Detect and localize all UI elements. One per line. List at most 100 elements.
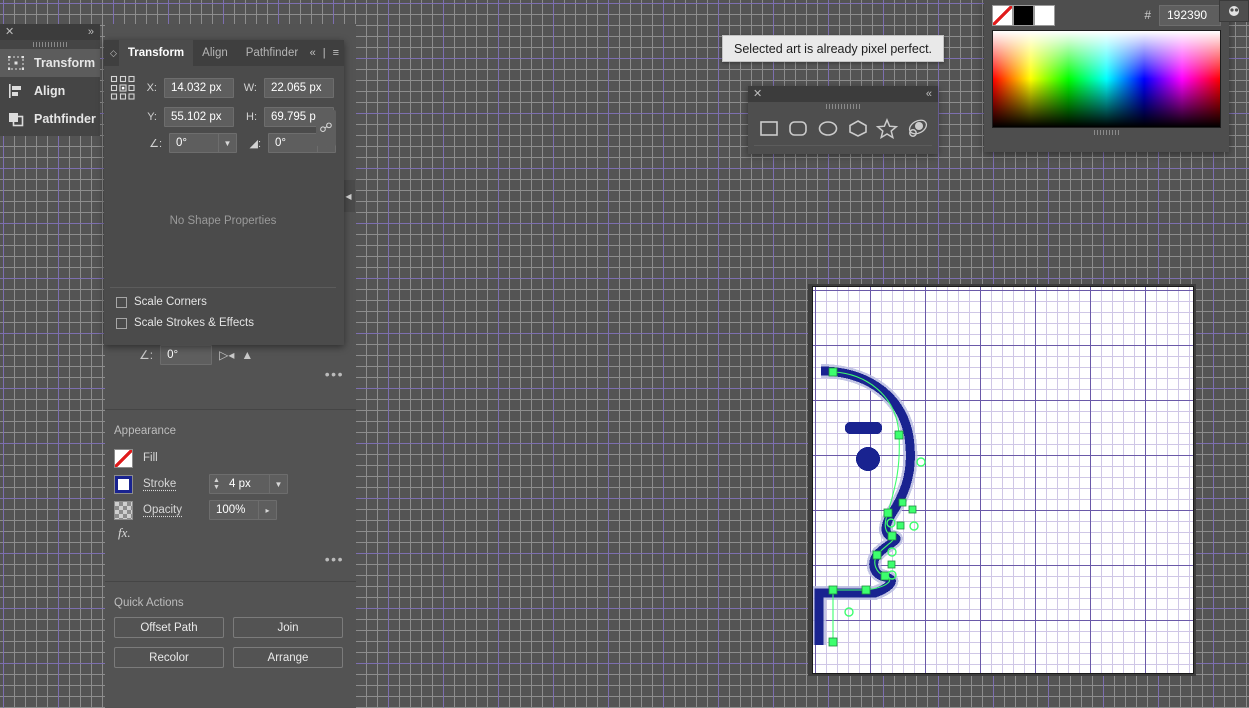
shapes-title-bar: ✕ « bbox=[748, 86, 938, 102]
collapse-icon[interactable]: « bbox=[310, 47, 316, 59]
divider bbox=[105, 409, 356, 410]
x-label: X: bbox=[146, 82, 157, 94]
appearance-section: Appearance Fill Stroke ▲ ▼ 4 px ▼ Opacity… bbox=[105, 414, 356, 567]
close-icon[interactable]: ✕ bbox=[753, 87, 762, 101]
expand-icon[interactable]: » bbox=[88, 25, 94, 39]
recolor-button[interactable]: Recolor bbox=[114, 647, 224, 668]
color-panel-grip[interactable] bbox=[984, 128, 1229, 137]
flare-tool-icon[interactable] bbox=[905, 117, 929, 139]
scale-corners-row[interactable]: Scale Corners bbox=[110, 296, 336, 317]
tab-transform[interactable]: Transform bbox=[118, 40, 194, 66]
rotate-value[interactable]: 0° bbox=[170, 134, 218, 152]
face-profile-artwork[interactable] bbox=[813, 287, 1194, 674]
stroke-width-stepper[interactable]: ▲ ▼ 4 px ▼ bbox=[209, 474, 288, 494]
sidebar-item-align[interactable]: Align bbox=[0, 77, 100, 105]
y-field[interactable]: 55.102 px bbox=[164, 107, 234, 127]
chevron-right-icon[interactable]: ▸ bbox=[258, 501, 276, 519]
fill-none-swatch[interactable] bbox=[114, 448, 133, 468]
collapse-icon[interactable]: « bbox=[926, 87, 932, 101]
shear-value[interactable]: 0° bbox=[269, 134, 317, 152]
opacity-value[interactable]: 100% bbox=[210, 501, 258, 519]
chevron-down-icon[interactable]: ▼ bbox=[218, 134, 236, 152]
rounded-rectangle-tool-icon[interactable] bbox=[786, 117, 810, 139]
offset-path-button[interactable]: Offset Path bbox=[114, 617, 224, 638]
opacity-stepper[interactable]: 100% ▸ bbox=[209, 500, 277, 520]
tooltip-text: Selected art is already pixel perfect. bbox=[734, 41, 933, 56]
chevron-down-icon[interactable]: ▼ bbox=[269, 475, 287, 493]
flip-vertical-icon[interactable]: ▲ bbox=[241, 348, 253, 362]
sidebar-item-label: Pathfinder bbox=[34, 112, 96, 126]
divider bbox=[105, 581, 356, 582]
transform-overflow-menu[interactable]: ••• bbox=[105, 366, 356, 382]
w-field[interactable]: 22.065 px bbox=[264, 78, 334, 98]
pathfinder-icon bbox=[9, 113, 24, 127]
flip-horizontal-icon[interactable]: ▷◂ bbox=[219, 348, 234, 362]
shear-icon: ◢: bbox=[249, 137, 261, 150]
tab-pathfinder[interactable]: Pathfinder bbox=[237, 40, 307, 66]
appearance-overflow-menu[interactable]: ••• bbox=[105, 545, 356, 567]
stroke-label[interactable]: Stroke bbox=[143, 478, 199, 490]
quick-actions-section: Quick Actions Offset Path Join Recolor A… bbox=[105, 586, 356, 678]
opacity-label[interactable]: Opacity bbox=[143, 504, 199, 516]
reference-point-grid-icon[interactable] bbox=[110, 75, 136, 101]
shapes-grip[interactable] bbox=[748, 102, 938, 111]
rotate-stepper[interactable]: 0° ▼ bbox=[169, 133, 237, 153]
fill-label: Fill bbox=[143, 452, 158, 464]
stroke-swatch[interactable] bbox=[114, 474, 133, 494]
join-button[interactable]: Join bbox=[233, 617, 343, 638]
opacity-row[interactable]: Opacity 100% ▸ bbox=[105, 497, 356, 523]
color-picker-panel: # 192390 bbox=[984, 0, 1229, 152]
black-swatch[interactable] bbox=[1013, 4, 1034, 26]
no-shape-properties-message: No Shape Properties bbox=[169, 215, 277, 227]
arrange-button[interactable]: Arrange bbox=[233, 647, 343, 668]
shear-angle-label: ∠: bbox=[139, 348, 154, 362]
scale-strokes-checkbox[interactable] bbox=[116, 317, 127, 329]
panel-menu-icon[interactable]: ≡ bbox=[333, 47, 339, 59]
color-swatch-group[interactable] bbox=[992, 4, 1055, 26]
transform-strip: ∠: 0° ▷◂ ▲ ••• bbox=[105, 344, 356, 382]
sidebar-item-pathfinder[interactable]: Pathfinder bbox=[0, 105, 100, 133]
illustrator-window: ✕ » Transform Align Pathfinder ∠: 0° ▷◂ … bbox=[0, 0, 1249, 708]
shear-angle-field[interactable]: 0° bbox=[160, 345, 213, 365]
dock-grip[interactable] bbox=[0, 40, 100, 49]
color-spectrum[interactable] bbox=[992, 30, 1221, 128]
fx-button[interactable]: fx. bbox=[105, 523, 356, 545]
x-field[interactable]: 14.032 px bbox=[164, 78, 234, 98]
w-label: W: bbox=[243, 82, 257, 94]
hex-label: # bbox=[1144, 8, 1151, 22]
panel-grip-icon[interactable]: ◇ bbox=[110, 48, 117, 59]
flare-tool-icon bbox=[1229, 5, 1239, 16]
quick-actions-title: Quick Actions bbox=[114, 597, 184, 609]
sidebar-item-transform[interactable]: Transform bbox=[0, 49, 100, 77]
white-swatch[interactable] bbox=[1034, 4, 1055, 26]
stroke-width-spinner-icon[interactable]: ▲ ▼ bbox=[210, 475, 223, 494]
sidebar-item-label: Transform bbox=[34, 56, 96, 70]
panel-dock: ✕ » Transform Align Pathfinder bbox=[0, 24, 100, 136]
artboard[interactable] bbox=[812, 286, 1194, 674]
transform-popover: ◇ Transform Align Pathfinder « | ≡ X: 14… bbox=[104, 40, 344, 345]
h-label: H: bbox=[246, 111, 257, 123]
fill-row[interactable]: Fill bbox=[105, 445, 356, 471]
polygon-tool-icon[interactable] bbox=[846, 117, 870, 139]
stroke-width-value[interactable]: 4 px bbox=[223, 475, 269, 493]
scale-strokes-row[interactable]: Scale Strokes & Effects bbox=[110, 317, 336, 338]
transform-icon bbox=[8, 56, 24, 70]
hex-input[interactable]: 192390 bbox=[1159, 4, 1221, 26]
align-icon bbox=[9, 84, 21, 98]
close-icon[interactable]: ✕ bbox=[5, 25, 14, 39]
pixel-perfect-tooltip: Selected art is already pixel perfect. bbox=[722, 35, 945, 62]
tab-align[interactable]: Align bbox=[193, 40, 237, 66]
scale-corners-checkbox[interactable] bbox=[116, 296, 127, 308]
corner-panel-icon-button[interactable] bbox=[1219, 0, 1249, 22]
star-tool-icon[interactable] bbox=[875, 117, 899, 139]
link-constrain-icon[interactable]: ☍ bbox=[316, 110, 336, 146]
none-swatch[interactable] bbox=[992, 4, 1013, 26]
divider: | bbox=[322, 47, 326, 59]
stroke-row[interactable]: Stroke ▲ ▼ 4 px ▼ bbox=[105, 471, 356, 497]
opacity-checker-swatch[interactable] bbox=[114, 500, 133, 520]
appearance-title: Appearance bbox=[114, 425, 177, 437]
rectangle-tool-icon[interactable] bbox=[757, 117, 781, 139]
ellipse-tool-icon[interactable] bbox=[816, 117, 840, 139]
scale-strokes-label: Scale Strokes & Effects bbox=[134, 317, 254, 329]
divider bbox=[110, 287, 336, 288]
